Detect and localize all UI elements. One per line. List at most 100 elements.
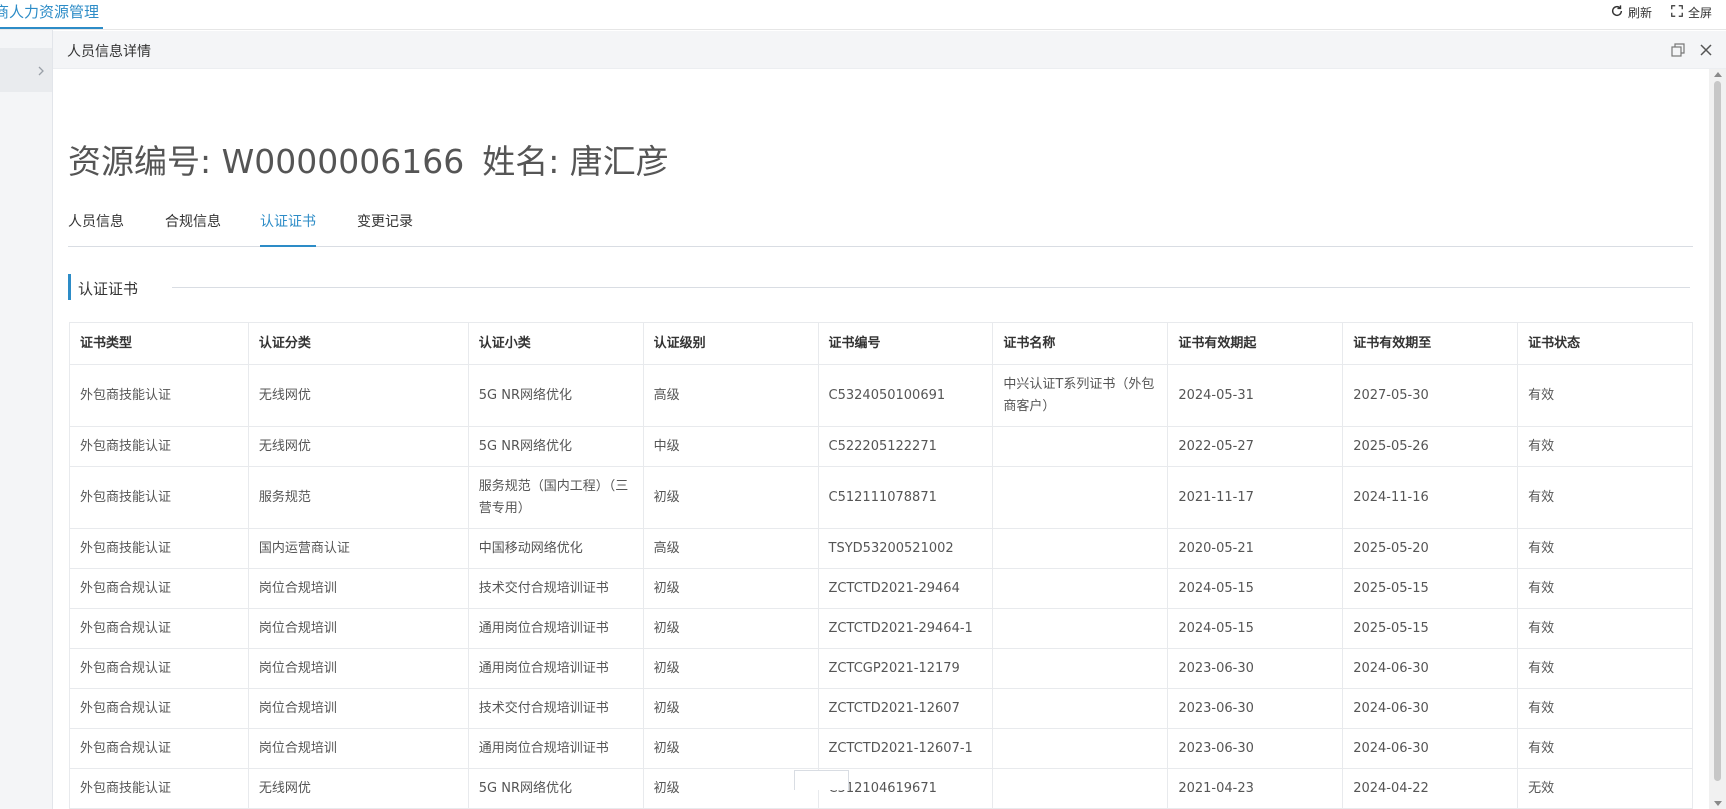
vertical-scrollbar[interactable] (1709, 69, 1726, 809)
table-cell: 中国移动网络优化 (468, 529, 644, 569)
table-cell: 2025-05-15 (1343, 609, 1519, 649)
restore-button[interactable] (1670, 42, 1686, 58)
table-cell: 通用岗位合规培训证书 (468, 729, 644, 769)
table-cell: 中兴认证T系列证书（外包商客户） (993, 365, 1169, 427)
pagination-chip[interactable] (794, 770, 849, 790)
table-cell: 2023-06-30 (1168, 649, 1344, 689)
table-cell: 外包商技能认证 (70, 467, 249, 529)
table-cell (993, 427, 1169, 467)
dialog-header: 人员信息详情 (53, 31, 1726, 69)
table-cell (993, 609, 1169, 649)
refresh-button[interactable]: 刷新 (1610, 4, 1652, 21)
certificates-table: 证书类型 认证分类 认证小类 认证级别 证书编号 证书名称 证书有效期起 证书有… (69, 322, 1693, 809)
table-cell: 2022-05-27 (1168, 427, 1344, 467)
table-cell: C522205122271 (818, 427, 994, 467)
table-cell (993, 467, 1169, 529)
table-cell: 岗位合规培训 (248, 609, 469, 649)
table-cell: 高级 (643, 529, 819, 569)
table-row: 外包商合规认证 岗位合规培训 通用岗位合规培训证书 初级 ZCTCTD2021-1260… (70, 729, 1693, 769)
table-cell: 2024-05-31 (1168, 365, 1344, 427)
tab-compliance-info[interactable]: 合规信息 (165, 207, 221, 247)
person-detail-dialog: 人员信息详情 资源编号: W0000006166 姓名: 唐汇彦 人员信息 合规信… (53, 31, 1726, 809)
table-cell: 2024-06-30 (1343, 649, 1519, 689)
table-cell: 2024-06-30 (1343, 729, 1519, 769)
section-marker (68, 274, 71, 300)
table-cell: 无效 (1518, 769, 1693, 809)
table-cell: 技术交付合规培训证书 (468, 689, 644, 729)
section-header: 认证证书 (68, 274, 1693, 306)
sidebar (0, 30, 53, 809)
table-cell: TSYD53200521002 (818, 529, 994, 569)
table-cell: 2027-05-30 (1343, 365, 1519, 427)
table-cell: 初级 (643, 649, 819, 689)
table-row: 外包商技能认证 服务规范 服务规范（国内工程）（三营专用） 初级 C5121110788… (70, 467, 1693, 529)
column-header: 证书编号 (818, 323, 994, 365)
table-cell: 2020-05-21 (1168, 529, 1344, 569)
fullscreen-button[interactable]: 全屏 (1670, 4, 1712, 21)
table-cell: 岗位合规培训 (248, 649, 469, 689)
table-cell: 2021-11-17 (1168, 467, 1344, 529)
table-cell: 通用岗位合规培训证书 (468, 609, 644, 649)
tab-change-log[interactable]: 变更记录 (357, 207, 413, 247)
table-cell: 2024-06-30 (1343, 689, 1519, 729)
table-cell: 有效 (1518, 649, 1693, 689)
table-cell: 初级 (643, 569, 819, 609)
scroll-down-arrow[interactable] (1714, 801, 1722, 806)
scroll-up-arrow[interactable] (1714, 72, 1722, 77)
table-cell: 2024-04-22 (1343, 769, 1519, 809)
tab-certificates[interactable]: 认证证书 (260, 207, 316, 247)
close-button[interactable] (1698, 42, 1714, 58)
refresh-label: 刷新 (1627, 5, 1652, 20)
table-cell: 通用岗位合规培训证书 (468, 649, 644, 689)
table-cell: 2024-05-15 (1168, 609, 1344, 649)
dialog-content: 资源编号: W0000006166 姓名: 唐汇彦 人员信息 合规信息 认证证书 … (68, 69, 1693, 809)
table-cell: 2024-05-15 (1168, 569, 1344, 609)
table-cell: ZCTCTD2021-29464-1 (818, 609, 994, 649)
table-cell (993, 769, 1169, 809)
top-bar: 商人力资源管理 刷新 全屏 (0, 0, 1726, 30)
table-row: 外包商合规认证 岗位合规培训 技术交付合规培训证书 初级 ZCTCTD2021-1260… (70, 689, 1693, 729)
table-cell: 岗位合规培训 (248, 689, 469, 729)
table-cell: 有效 (1518, 427, 1693, 467)
table-cell: 2025-05-15 (1343, 569, 1519, 609)
table-cell: ZCTCTD2021-12607 (818, 689, 994, 729)
fullscreen-label: 全屏 (1687, 5, 1712, 20)
table-cell (993, 689, 1169, 729)
table-row: 外包商合规认证 岗位合规培训 通用岗位合规培训证书 初级 ZCTCTD2021-2946… (70, 609, 1693, 649)
chevron-right-icon (36, 61, 46, 80)
table-cell: 5G NR网络优化 (468, 769, 644, 809)
table-cell: 初级 (643, 729, 819, 769)
tab-person-info[interactable]: 人员信息 (68, 207, 124, 247)
table-cell: 国内运营商认证 (248, 529, 469, 569)
table-cell: C5324050100691 (818, 365, 994, 427)
table-cell: ZCTCGP2021-12179 (818, 649, 994, 689)
sidebar-expand-button[interactable] (0, 48, 52, 92)
table-cell: ZCTCTD2021-12607-1 (818, 729, 994, 769)
table-cell: 服务规范 (248, 467, 469, 529)
table-cell: 外包商合规认证 (70, 609, 249, 649)
app-tab[interactable]: 商人力资源管理 (0, 0, 104, 29)
table-cell: 初级 (643, 769, 819, 809)
table-cell: 岗位合规培训 (248, 729, 469, 769)
table-cell: 服务规范（国内工程）（三营专用） (468, 467, 644, 529)
resource-id: 资源编号: W0000006166 (68, 142, 465, 181)
table-cell: 有效 (1518, 689, 1693, 729)
dialog-title: 人员信息详情 (67, 44, 151, 60)
table-cell: 2025-05-26 (1343, 427, 1519, 467)
table-cell: 有效 (1518, 529, 1693, 569)
table-row: 外包商合规认证 岗位合规培训 通用岗位合规培训证书 初级 ZCTCGP2021-1217… (70, 649, 1693, 689)
scroll-thumb[interactable] (1714, 81, 1721, 781)
table-cell: 初级 (643, 689, 819, 729)
table-cell: 初级 (643, 609, 819, 649)
table-cell: 2021-04-23 (1168, 769, 1344, 809)
column-header: 证书有效期起 (1168, 323, 1344, 365)
section-divider (172, 287, 1690, 288)
column-header: 证书状态 (1518, 323, 1693, 365)
table-cell: ZCTCTD2021-29464 (818, 569, 994, 609)
table-cell: 2024-11-16 (1343, 467, 1519, 529)
column-header: 认证级别 (643, 323, 819, 365)
close-icon (1698, 43, 1714, 62)
fullscreen-icon (1670, 4, 1684, 21)
page-title: 资源编号: W0000006166 姓名: 唐汇彦 (68, 135, 687, 183)
table-cell: 外包商合规认证 (70, 729, 249, 769)
